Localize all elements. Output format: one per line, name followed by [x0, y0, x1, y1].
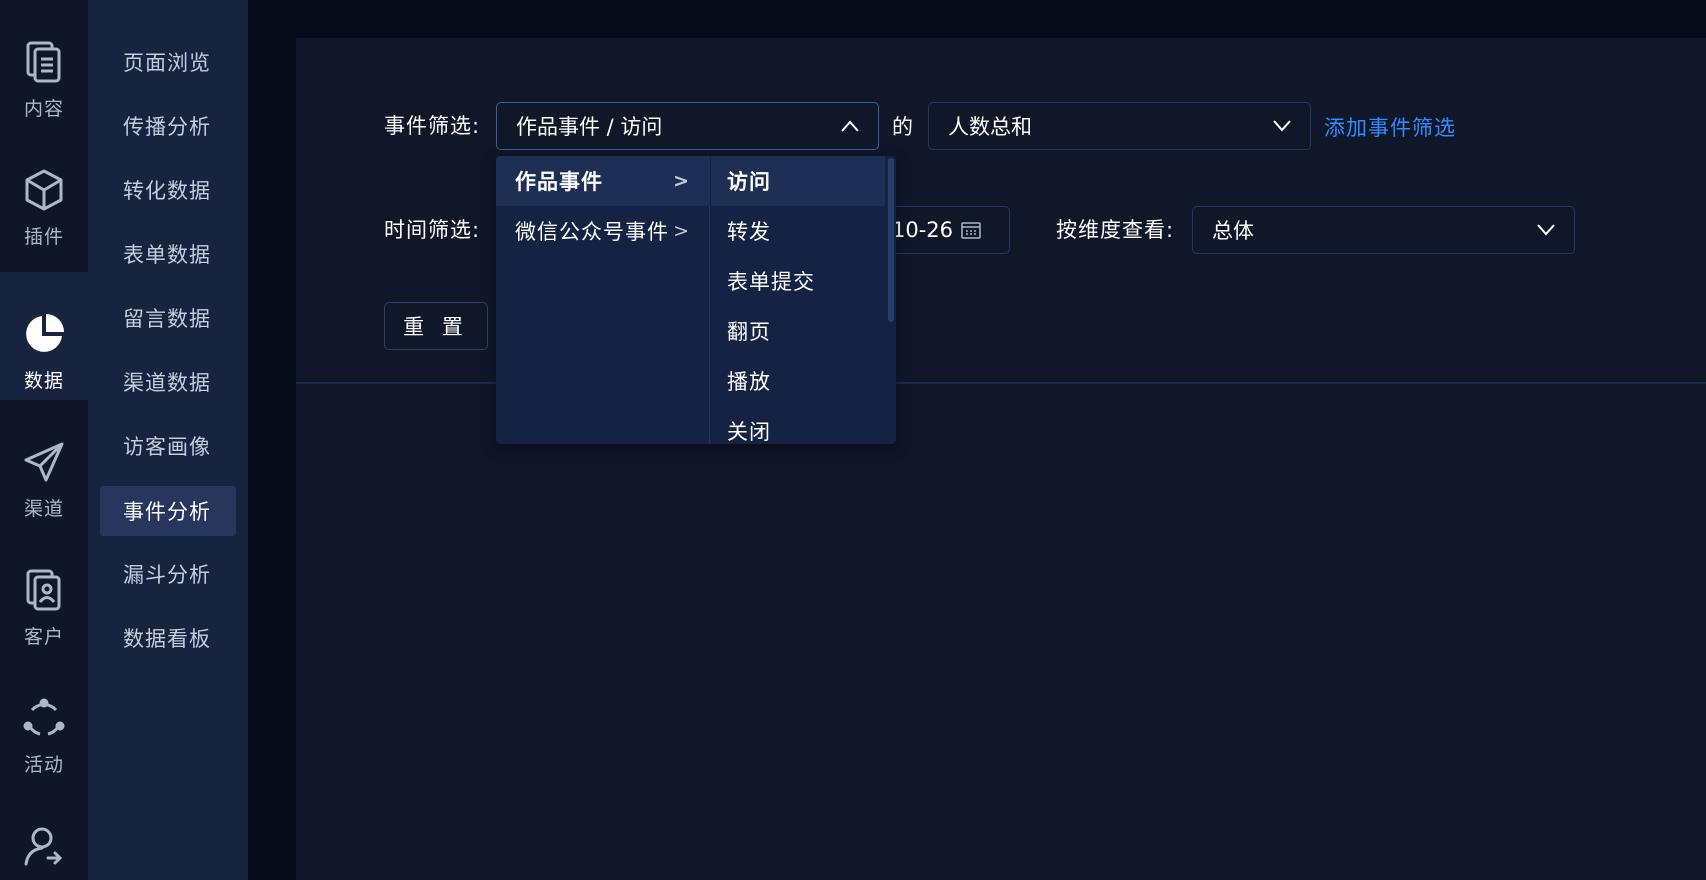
cascader-scrollbar[interactable]	[888, 158, 894, 322]
chevron-down-icon	[1272, 116, 1292, 136]
subnav-item-form-data[interactable]: 表单数据	[100, 229, 236, 279]
cascader-option-close[interactable]: 关闭	[711, 406, 885, 444]
rail-label: 活动	[23, 754, 64, 776]
metric-select[interactable]: 人数总和	[928, 102, 1311, 150]
chevron-down-icon	[1536, 220, 1556, 240]
subnav-item-visitor-profile[interactable]: 访客画像	[100, 421, 236, 471]
dimension-select[interactable]: 总体	[1192, 206, 1575, 254]
cascader-level2-column: 访问 转发 表单提交 翻页 播放 关闭	[711, 156, 896, 444]
rail-label: 客户	[23, 626, 64, 648]
subnav-item-spread-analysis[interactable]: 传播分析	[100, 101, 236, 151]
cascader-option-visit[interactable]: 访问	[711, 156, 885, 206]
rail-label: 渠道	[23, 498, 64, 520]
event-cascader-dropdown: 作品事件 > 微信公众号事件 > 访问 转发 表单提交 翻页 播放 关闭	[496, 156, 896, 444]
cascader-option-label: 作品事件	[515, 170, 603, 194]
rail-label: 内容	[23, 98, 64, 120]
subnav-item-page-views[interactable]: 页面浏览	[100, 37, 236, 87]
chevron-up-icon	[840, 116, 860, 136]
reset-button[interactable]: 重 置	[384, 302, 488, 350]
app-root: 内容 插件 数据 渠道 客户 活动 页面浏览 传播分析 转化数据 表单数据 留言…	[0, 0, 1706, 880]
share-circle-icon	[22, 696, 66, 740]
subnav-item-event-analysis[interactable]: 事件分析	[100, 486, 236, 536]
rail-item-data[interactable]: 数据	[0, 272, 88, 400]
user-reach-icon	[22, 824, 66, 868]
rail-label: 插件	[23, 226, 64, 248]
primary-nav-rail: 内容 插件 数据 渠道 客户 活动	[0, 0, 88, 880]
cube-icon	[22, 168, 66, 212]
of-label: 的	[892, 115, 914, 139]
subnav-item-funnel-analysis[interactable]: 漏斗分析	[100, 549, 236, 599]
subnav-item-comment-data[interactable]: 留言数据	[100, 293, 236, 343]
cascader-option-form-submit[interactable]: 表单提交	[711, 256, 885, 306]
cascader-option-label: 微信公众号事件	[515, 220, 669, 244]
time-filter-label: 时间筛选:	[384, 218, 481, 242]
add-event-filter-link[interactable]: 添加事件筛选	[1324, 104, 1456, 152]
secondary-nav: 页面浏览 传播分析 转化数据 表单数据 留言数据 渠道数据 访客画像 事件分析 …	[88, 0, 248, 880]
chevron-right-icon: >	[673, 170, 690, 192]
cascader-option-play[interactable]: 播放	[711, 356, 885, 406]
event-filter-value: 作品事件 / 访问	[516, 115, 663, 139]
rail-label: 数据	[23, 370, 64, 392]
cascader-option-wechat-events[interactable]: 微信公众号事件 >	[496, 206, 710, 256]
chevron-right-icon: >	[673, 220, 690, 242]
cascader-option-forward[interactable]: 转发	[711, 206, 885, 256]
rail-item-content[interactable]: 内容	[0, 0, 88, 128]
pie-chart-icon	[22, 312, 66, 356]
calendar-icon	[961, 221, 981, 239]
dimension-value: 总体	[1212, 219, 1254, 243]
date-range-picker[interactable]: 10-26	[880, 206, 1010, 254]
event-filter-select[interactable]: 作品事件 / 访问	[496, 102, 879, 150]
rail-item-customers[interactable]: 客户	[0, 528, 88, 656]
rail-item-plugins[interactable]: 插件	[0, 128, 88, 256]
rail-item-channels[interactable]: 渠道	[0, 400, 88, 528]
cascader-option-page-turn[interactable]: 翻页	[711, 306, 885, 356]
metric-value: 人数总和	[948, 115, 1032, 139]
date-end-value: 10-26	[892, 218, 954, 242]
subnav-item-channel-data[interactable]: 渠道数据	[100, 357, 236, 407]
subnav-item-conversion-data[interactable]: 转化数据	[100, 165, 236, 215]
document-icon	[22, 40, 66, 84]
paper-plane-icon	[22, 440, 66, 484]
cascader-option-work-events[interactable]: 作品事件 >	[496, 156, 710, 206]
rail-item-activities[interactable]: 活动	[0, 656, 88, 784]
subnav-item-data-dashboard[interactable]: 数据看板	[100, 613, 236, 663]
cascader-level1-column: 作品事件 > 微信公众号事件 >	[496, 156, 710, 444]
rail-item-reach[interactable]: 触达	[0, 784, 88, 880]
contact-card-icon	[22, 568, 66, 612]
dimension-label: 按维度查看:	[1056, 218, 1175, 242]
event-filter-label: 事件筛选:	[384, 114, 481, 138]
